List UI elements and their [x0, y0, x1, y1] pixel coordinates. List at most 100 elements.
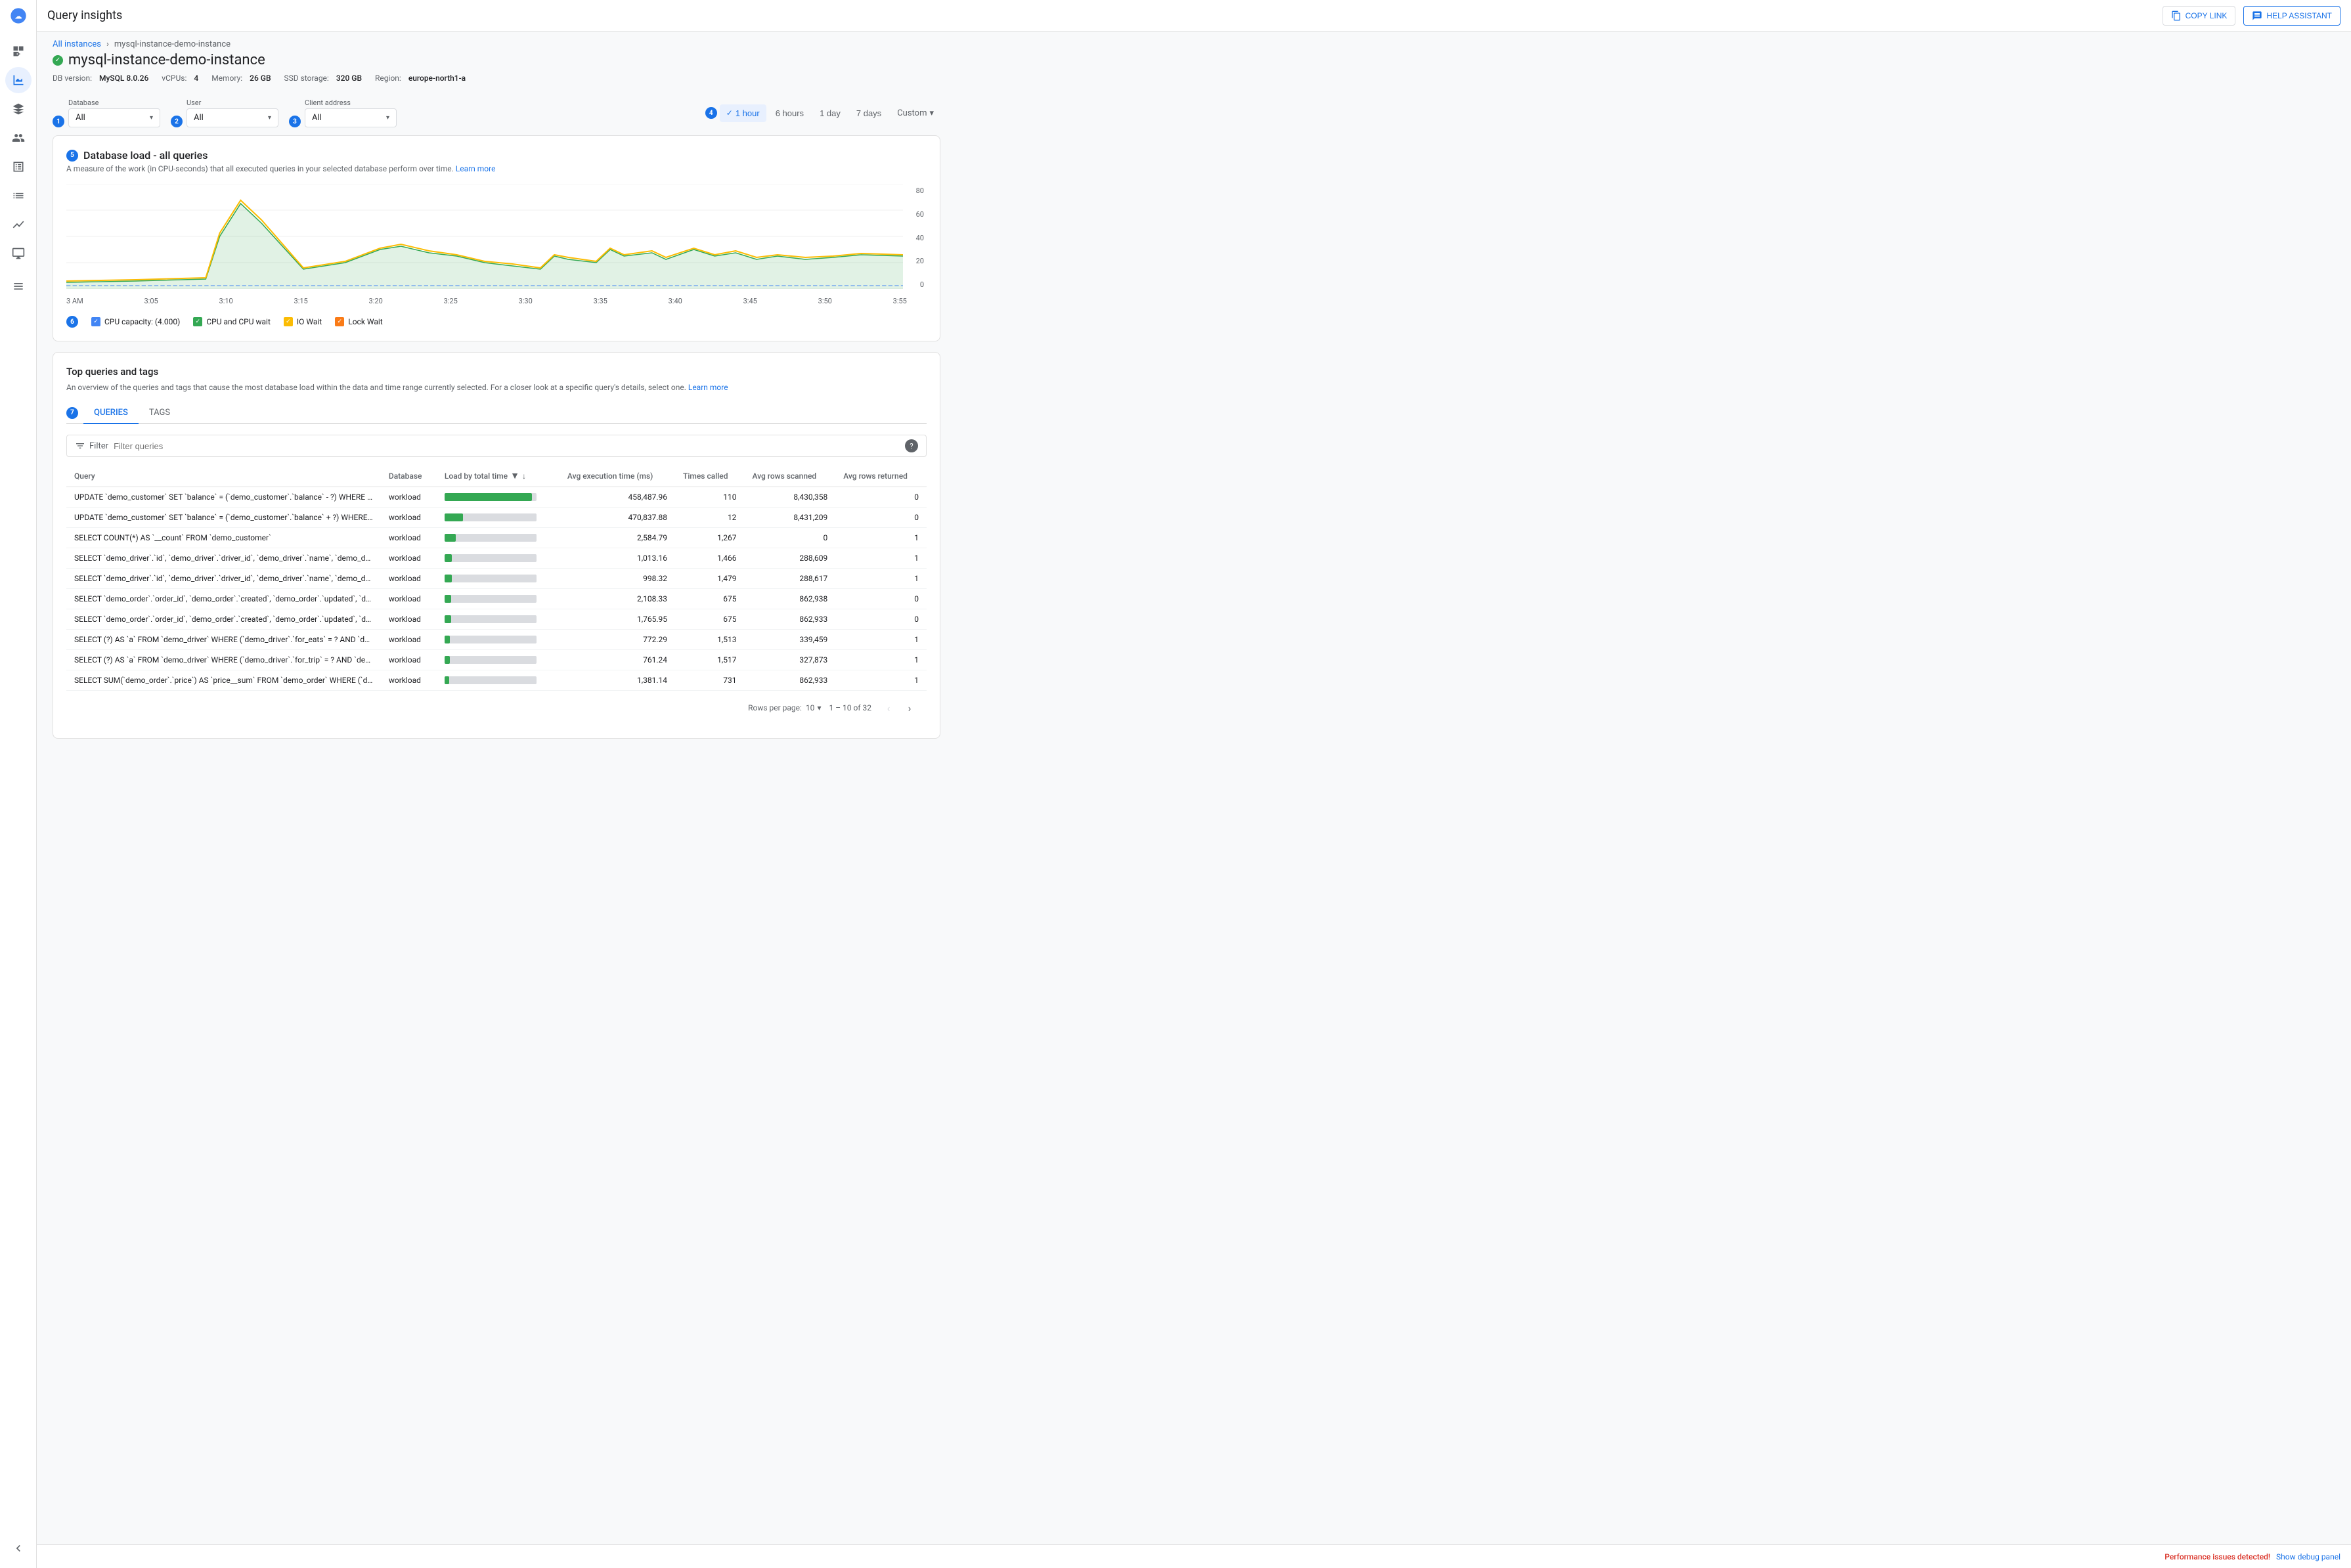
col-avg-rows-returned: Avg rows returned	[835, 465, 927, 487]
chart-title: Database load - all queries	[83, 149, 208, 162]
tab-tags[interactable]: TAGS	[139, 403, 181, 424]
content-area: All instances › mysql-instance-demo-inst…	[37, 32, 2351, 1544]
filter-queries-input[interactable]	[114, 441, 900, 451]
avg-exec-cell: 1,013.16	[560, 548, 675, 569]
query-text: SELECT COUNT(*) AS `__count` FROM `demo_…	[66, 528, 381, 548]
copy-link-button[interactable]: COPY LINK	[2163, 6, 2236, 26]
chevron-down-icon: ▾	[929, 108, 934, 118]
queries-learn-more-link[interactable]: Learn more	[688, 383, 728, 392]
table-body: UPDATE `demo_customer` SET `balance` = (…	[66, 487, 927, 691]
sidebar-logo[interactable]: ☁	[8, 5, 29, 26]
query-text: SELECT (?) AS `a` FROM `demo_driver` WHE…	[66, 630, 381, 650]
legend-io-wait[interactable]: ✓ IO Wait	[284, 316, 322, 328]
times-called-cell: 675	[675, 609, 744, 630]
chevron-down-icon: ▾	[386, 114, 389, 121]
instance-name: mysql-instance-demo-instance	[68, 52, 265, 68]
legend-lock-wait[interactable]: ✓ Lock Wait	[335, 316, 382, 328]
help-icon[interactable]: ?	[905, 439, 918, 452]
avg-exec-cell: 761.24	[560, 650, 675, 670]
avg-rows-returned-cell: 1	[835, 630, 927, 650]
rows-per-page-select[interactable]: 10 ▾	[806, 703, 822, 712]
query-text: SELECT SUM(`demo_order`.`price`) AS `pri…	[66, 670, 381, 691]
database-cell: workload	[381, 670, 437, 691]
time-btn-6hours[interactable]: 6 hours	[769, 104, 810, 122]
time-btn-1hour[interactable]: 1 hour	[720, 104, 766, 122]
step-badge-7: 7	[66, 407, 78, 419]
io-wait-checkbox[interactable]: ✓	[284, 317, 293, 326]
cpu-wait-checkbox[interactable]: ✓	[193, 317, 202, 326]
table-row[interactable]: SELECT `demo_driver`.`id`, `demo_driver`…	[66, 548, 927, 569]
next-page-button[interactable]: ›	[900, 699, 919, 717]
query-text: SELECT `demo_order`.`order_id`, `demo_or…	[66, 589, 381, 609]
sidebar-item-list[interactable]	[5, 183, 32, 209]
table-row[interactable]: SELECT (?) AS `a` FROM `demo_driver` WHE…	[66, 630, 927, 650]
filters-left: 1 Database All ▾ 2 User	[53, 98, 397, 127]
tab-queries[interactable]: QUERIES	[83, 403, 139, 424]
sidebar: ☁	[0, 0, 37, 1568]
chart-wrapper: 80 60 40 20 0	[66, 184, 927, 292]
avg-rows-returned-cell: 0	[835, 487, 927, 508]
table-row[interactable]: UPDATE `demo_customer` SET `balance` = (…	[66, 508, 927, 528]
table-row[interactable]: SELECT (?) AS `a` FROM `demo_driver` WHE…	[66, 650, 927, 670]
col-query: Query	[66, 465, 381, 487]
user-select[interactable]: All ▾	[187, 108, 278, 127]
sort-arrow-icon: ↓	[522, 471, 526, 481]
avg-exec-cell: 2,584.79	[560, 528, 675, 548]
table-row[interactable]: SELECT SUM(`demo_order`.`price`) AS `pri…	[66, 670, 927, 691]
show-debug-link[interactable]: Show debug panel	[2276, 1552, 2340, 1561]
sidebar-item-monitor[interactable]	[5, 240, 32, 267]
col-times-called: Times called	[675, 465, 744, 487]
sidebar-item-collapse[interactable]	[5, 1535, 32, 1561]
table-row[interactable]: SELECT `demo_order`.`order_id`, `demo_or…	[66, 589, 927, 609]
load-cell	[437, 589, 560, 609]
avg-rows-scanned-cell: 862,933	[744, 670, 835, 691]
breadcrumb-all-instances[interactable]: All instances	[53, 39, 101, 49]
times-called-cell: 1,466	[675, 548, 744, 569]
load-cell	[437, 569, 560, 589]
page-range: 1 – 10 of 32	[829, 703, 871, 712]
sidebar-item-people[interactable]	[5, 125, 32, 151]
sidebar-item-terminal[interactable]	[5, 273, 32, 299]
col-load[interactable]: Load by total time ▼ ↓	[437, 465, 560, 487]
sidebar-item-navigate[interactable]	[5, 96, 32, 122]
chart-learn-more-link[interactable]: Learn more	[456, 164, 496, 173]
filter-client: Client address All ▾	[305, 98, 397, 127]
database-cell: workload	[381, 508, 437, 528]
database-select[interactable]: All ▾	[68, 108, 160, 127]
avg-rows-returned-cell: 1	[835, 650, 927, 670]
chart-svg	[66, 184, 903, 289]
lock-wait-checkbox[interactable]: ✓	[335, 317, 344, 326]
times-called-cell: 731	[675, 670, 744, 691]
filter-button[interactable]: Filter	[75, 441, 108, 451]
avg-exec-cell: 2,108.33	[560, 589, 675, 609]
query-text: SELECT (?) AS `a` FROM `demo_driver` WHE…	[66, 650, 381, 670]
legend-cpu-wait[interactable]: ✓ CPU and CPU wait	[193, 316, 271, 328]
table-row[interactable]: SELECT COUNT(*) AS `__count` FROM `demo_…	[66, 528, 927, 548]
time-btn-1day[interactable]: 1 day	[813, 104, 847, 122]
load-cell	[437, 630, 560, 650]
avg-rows-returned-cell: 1	[835, 548, 927, 569]
filter-row: 1 Database All ▾ 2 User	[53, 93, 940, 135]
avg-exec-cell: 998.32	[560, 569, 675, 589]
cpu-capacity-checkbox[interactable]: ✓	[91, 317, 100, 326]
avg-rows-scanned-cell: 862,938	[744, 589, 835, 609]
client-select[interactable]: All ▾	[305, 108, 397, 127]
query-text: UPDATE `demo_customer` SET `balance` = (…	[66, 487, 381, 508]
chart-section-header: 5 Database load - all queries	[66, 149, 927, 162]
sidebar-item-dashboard[interactable]	[5, 38, 32, 64]
help-assistant-button[interactable]: HELP ASSISTANT	[2243, 6, 2340, 26]
time-btn-custom[interactable]: Custom ▾	[890, 104, 940, 122]
table-row[interactable]: UPDATE `demo_customer` SET `balance` = (…	[66, 487, 927, 508]
table-row[interactable]: SELECT `demo_driver`.`id`, `demo_driver`…	[66, 569, 927, 589]
sidebar-item-analytics[interactable]	[5, 67, 32, 93]
prev-page-button[interactable]: ‹	[879, 699, 898, 717]
sidebar-item-table[interactable]	[5, 154, 32, 180]
table-row[interactable]: SELECT `demo_order`.`order_id`, `demo_or…	[66, 609, 927, 630]
load-cell	[437, 528, 560, 548]
sidebar-item-chart[interactable]	[5, 211, 32, 238]
legend-cpu-capacity[interactable]: ✓ CPU capacity: (4.000)	[91, 316, 180, 328]
load-cell	[437, 548, 560, 569]
times-called-cell: 1,517	[675, 650, 744, 670]
time-btn-7days[interactable]: 7 days	[850, 104, 888, 122]
chart-legend: 6 ✓ CPU capacity: (4.000) ✓ CPU and CPU …	[66, 316, 927, 328]
